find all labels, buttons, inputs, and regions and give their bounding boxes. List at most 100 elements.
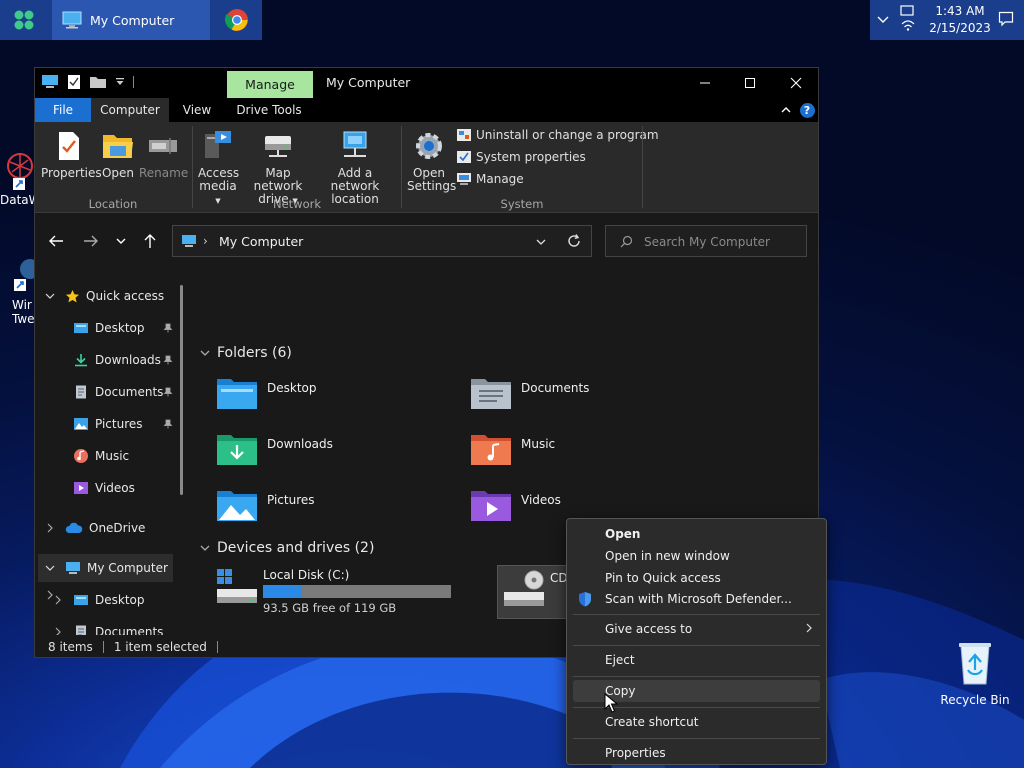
menu-item-scan-defender[interactable]: Scan with Microsoft Defender... (573, 588, 820, 610)
maximize-button[interactable] (727, 68, 773, 98)
collapse-ribbon-button[interactable] (777, 101, 795, 119)
nav-item-pictures[interactable]: Pictures (73, 410, 173, 438)
properties-qat-icon[interactable] (67, 74, 81, 90)
search-input[interactable] (644, 234, 799, 250)
folder-music[interactable]: Music (469, 429, 709, 473)
add-network-location-button[interactable]: Add a network location (315, 128, 395, 206)
nav-scrollbar[interactable] (180, 285, 183, 495)
desktop-icon-wi[interactable]: Wir Twe (12, 255, 34, 326)
nav-item-mc-documents[interactable]: Documents (73, 618, 173, 635)
music-folder-icon (471, 435, 511, 465)
folder-documents[interactable]: Documents (469, 373, 709, 417)
nav-label: Documents (95, 385, 164, 399)
system-properties-button[interactable]: System properties (456, 150, 586, 164)
desktop-icon-recycle-bin[interactable]: Recycle Bin (940, 640, 1010, 707)
nav-item-downloads[interactable]: Downloads (73, 346, 173, 374)
computer-management-icon (457, 173, 471, 185)
rename-button[interactable]: Rename (139, 128, 188, 180)
nav-item-music[interactable]: Music (73, 442, 173, 470)
folder-pictures[interactable]: Pictures (215, 485, 455, 529)
chevron-right-icon[interactable] (53, 595, 63, 605)
app-shortcut-icon (14, 259, 34, 291)
menu-item-open[interactable]: Open (573, 523, 820, 545)
tab-drive-tools[interactable]: Drive Tools (225, 98, 313, 122)
chevron-down-icon[interactable] (45, 563, 55, 573)
menu-item-properties[interactable]: Properties (573, 742, 820, 764)
nav-item-documents[interactable]: Documents (73, 378, 173, 406)
close-button[interactable] (773, 68, 818, 98)
breadcrumb[interactable]: My Computer (219, 234, 303, 249)
folder-label: Music (521, 437, 556, 451)
dataw-app-icon (7, 153, 33, 190)
chevron-right-icon (806, 623, 812, 633)
tab-file[interactable]: File (35, 98, 91, 122)
manage-button[interactable]: Manage (456, 172, 524, 186)
access-media-button[interactable]: Access media ▼ (198, 128, 239, 208)
breadcrumb-separator[interactable]: › (203, 234, 208, 248)
open-settings-button[interactable]: Open Settings (407, 128, 456, 193)
folder-desktop[interactable]: Desktop (215, 373, 455, 417)
taskbar-app-my-computer[interactable]: My Computer (52, 0, 210, 40)
notification-icon[interactable] (998, 11, 1014, 27)
menu-item-give-access[interactable]: Give access to (573, 618, 820, 640)
taskbar-app-label: My Computer (90, 12, 175, 28)
nav-label: Downloads (95, 353, 161, 367)
menu-item-label: Give access to (605, 622, 693, 636)
chevron-right-icon[interactable] (53, 627, 63, 635)
folder-label: Desktop (267, 381, 317, 395)
drive-local-disk-c[interactable]: Local Disk (C:) 93.5 GB free of 119 GB (211, 563, 461, 617)
nav-item-videos[interactable]: Videos (73, 474, 173, 502)
videos-folder-icon (471, 491, 511, 521)
uninstall-program-button[interactable]: Uninstall or change a program (456, 128, 659, 142)
minimize-button[interactable] (682, 68, 728, 98)
up-button[interactable] (139, 232, 161, 250)
desktop-icon-dataw[interactable]: DataW (0, 150, 34, 207)
ribbon-separator (642, 126, 643, 208)
start-button[interactable] (0, 0, 48, 40)
open-button[interactable]: Open (99, 128, 137, 180)
music-icon (74, 449, 88, 463)
map-network-drive-button[interactable]: Map network drive ▼ (241, 128, 315, 208)
forward-button[interactable] (80, 232, 102, 250)
nav-item-my-computer[interactable]: My Computer (38, 554, 173, 582)
media-server-icon (205, 131, 231, 158)
back-button[interactable] (45, 232, 67, 250)
chevron-right-icon[interactable] (45, 523, 55, 533)
menu-item-open-new-window[interactable]: Open in new window (573, 545, 820, 567)
computer-icon (182, 235, 196, 247)
tab-computer[interactable]: Computer (91, 98, 169, 122)
title-bar[interactable]: Manage My Computer (35, 68, 818, 98)
nav-item-mc-desktop[interactable]: Desktop (73, 586, 173, 614)
star-icon (66, 289, 79, 302)
recent-locations-button[interactable] (110, 232, 132, 250)
menu-item-create-shortcut[interactable]: Create shortcut (573, 711, 820, 733)
chevron-down-icon[interactable] (535, 236, 547, 248)
new-folder-qat-icon[interactable] (89, 75, 107, 89)
map-drive-label-1: Map network (253, 166, 303, 193)
clock-date: 2/15/2023 (929, 21, 991, 35)
start-icon (14, 10, 34, 30)
help-button[interactable]: ? (798, 101, 816, 119)
properties-button[interactable]: Properties (41, 128, 102, 180)
customize-qat-icon[interactable] (115, 77, 125, 87)
nav-item-onedrive[interactable]: OneDrive (65, 514, 175, 542)
taskbar-app-chrome[interactable] (214, 0, 260, 40)
refresh-icon[interactable] (566, 233, 582, 249)
folders-section-header[interactable]: Folders (6) (199, 345, 292, 361)
chevron-down-icon[interactable] (45, 291, 55, 301)
network-icon[interactable] (898, 4, 918, 32)
chevron-down-icon[interactable] (876, 12, 890, 26)
close-icon (790, 77, 802, 89)
folders-header-label: Folders (6) (217, 345, 292, 361)
tab-view[interactable]: View (169, 98, 225, 122)
clock[interactable]: 1:43 AM 2/15/2023 (920, 3, 1000, 37)
nav-item-quick-access[interactable]: Quick access (65, 282, 175, 310)
tab-manage[interactable]: Manage (227, 71, 313, 98)
menu-item-eject[interactable]: Eject (573, 649, 820, 671)
search-box[interactable] (605, 225, 807, 257)
nav-item-desktop[interactable]: Desktop (73, 314, 173, 342)
address-bar[interactable]: › My Computer (172, 225, 592, 257)
drives-section-header[interactable]: Devices and drives (2) (199, 540, 374, 556)
folder-downloads[interactable]: Downloads (215, 429, 455, 473)
menu-item-pin-quick-access[interactable]: Pin to Quick access (573, 567, 820, 589)
